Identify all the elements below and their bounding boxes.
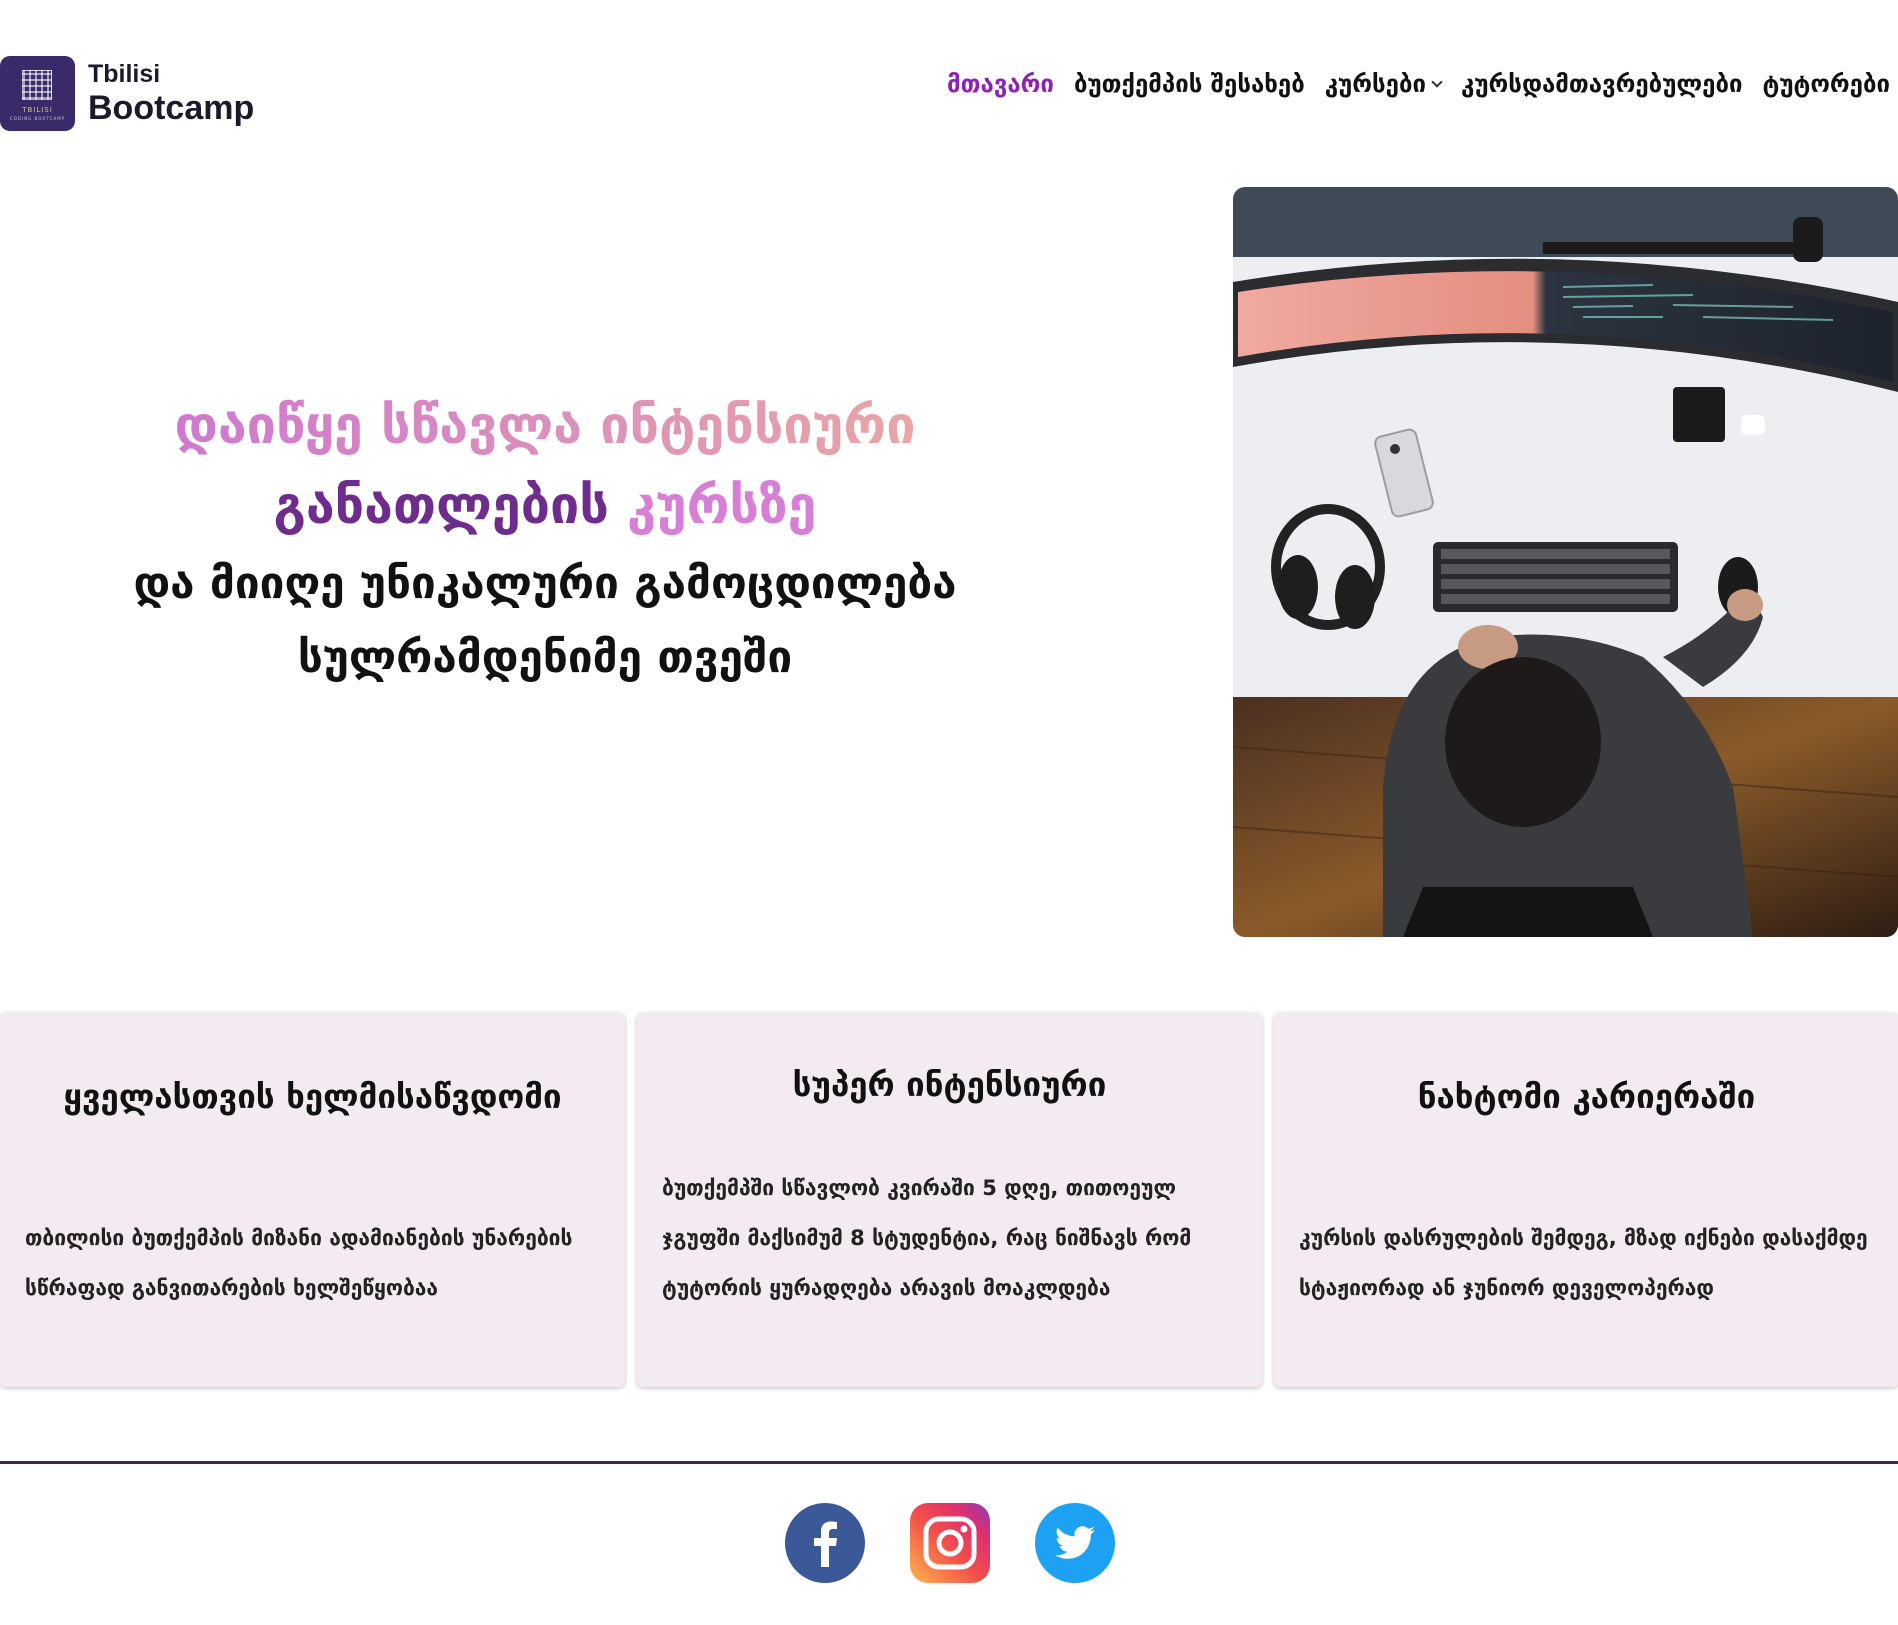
nav-item-courses[interactable]: კურსები bbox=[1324, 70, 1443, 98]
site-logo[interactable]: TBILISI CODING BOOTCAMP Tbilisi Bootcamp bbox=[0, 56, 254, 131]
chevron-down-icon bbox=[1431, 76, 1443, 88]
logo-badge-subtext: CODING BOOTCAMP bbox=[9, 116, 66, 121]
instagram-icon[interactable] bbox=[910, 1503, 990, 1583]
hero-line-3: და მიიღე უნიკალური გამოცდილება bbox=[133, 558, 957, 609]
hero-word-course: კურსზე bbox=[627, 476, 817, 536]
twitter-icon[interactable] bbox=[1035, 1503, 1115, 1583]
footer-divider bbox=[0, 1461, 1898, 1464]
nav-item-label: ბუთქემპის შესახებ bbox=[1073, 70, 1305, 98]
nav-item-label: კურსები bbox=[1324, 70, 1427, 98]
feature-card-accessible: ყველასთვის ხელმისაწვდომი თბილისი ბუთქემპ… bbox=[0, 1013, 625, 1387]
hero-line-2: განათლების კურსზე bbox=[40, 480, 1050, 532]
logo-line-2: Bootcamp bbox=[88, 89, 255, 127]
feature-card-body: ბუთქემპში სწავლობ კვირაში 5 დღე, თითოეულ… bbox=[662, 1176, 1192, 1300]
nav-item-label: კურსდამთავრებულები bbox=[1461, 70, 1743, 98]
facebook-icon[interactable] bbox=[785, 1503, 865, 1583]
logo-wordmark: Tbilisi Bootcamp bbox=[88, 60, 255, 127]
feature-card-body: კურსის დასრულების შემდეგ, მზად იქნები და… bbox=[1299, 1226, 1868, 1300]
hero-workspace-image bbox=[1233, 187, 1898, 937]
social-links bbox=[0, 1503, 1898, 1583]
logo-badge: TBILISI CODING BOOTCAMP bbox=[0, 56, 75, 131]
workspace-photo-icon bbox=[1233, 187, 1898, 937]
facebook-logo bbox=[785, 1503, 865, 1583]
nav-item-graduates[interactable]: კურსდამთავრებულები bbox=[1461, 70, 1743, 98]
feature-card-title: ყველასთვის ხელმისაწვდომი bbox=[63, 1077, 562, 1116]
twitter-logo bbox=[1035, 1503, 1115, 1583]
feature-card-title: ნახტომი კარიერაში bbox=[1417, 1077, 1756, 1116]
hero-highlight: დაიწყე სწავლა ინტენსიური bbox=[174, 396, 916, 456]
hero-line-1: დაიწყე სწავლა ინტენსიური bbox=[40, 400, 1050, 452]
site-header: TBILISI CODING BOOTCAMP Tbilisi Bootcamp… bbox=[0, 0, 1898, 150]
nav-item-label: მთავარი bbox=[947, 70, 1054, 98]
hero-headline: დაიწყე სწავლა ინტენსიური განათლების კურს… bbox=[40, 400, 1050, 680]
features-section: ყველასთვის ხელმისაწვდომი თბილისი ბუთქემპ… bbox=[0, 1013, 1898, 1387]
nav-item-about[interactable]: ბუთქემპის შესახებ bbox=[1074, 70, 1305, 98]
nav-item-home[interactable]: მთავარი bbox=[947, 70, 1054, 98]
nav-item-tutors[interactable]: ტუტორები bbox=[1763, 70, 1890, 98]
feature-card-body: თბილისი ბუთქემპის მიზანი ადამიანების უნა… bbox=[25, 1226, 573, 1300]
hero-word-education: განათლების bbox=[273, 476, 609, 536]
hero-line-4: სულრამდენიმე თვეში bbox=[297, 632, 793, 683]
nav-item-label: ტუტორები bbox=[1762, 70, 1890, 98]
main-nav: მთავარი ბუთქემპის შესახებ კურსები კურსდა… bbox=[927, 70, 1890, 98]
logo-badge-text: TBILISI bbox=[22, 106, 53, 114]
instagram-logo bbox=[910, 1503, 990, 1583]
feature-card-career: ნახტომი კარიერაში კურსის დასრულების შემდ… bbox=[1274, 1013, 1898, 1387]
feature-card-title: სუპერ ინტენსიური bbox=[792, 1065, 1107, 1104]
logo-line-1: Tbilisi bbox=[88, 60, 161, 88]
logo-grid-icon bbox=[22, 70, 52, 100]
feature-card-intensive: სუპერ ინტენსიური ბუთქემპში სწავლობ კვირა… bbox=[637, 1013, 1262, 1387]
